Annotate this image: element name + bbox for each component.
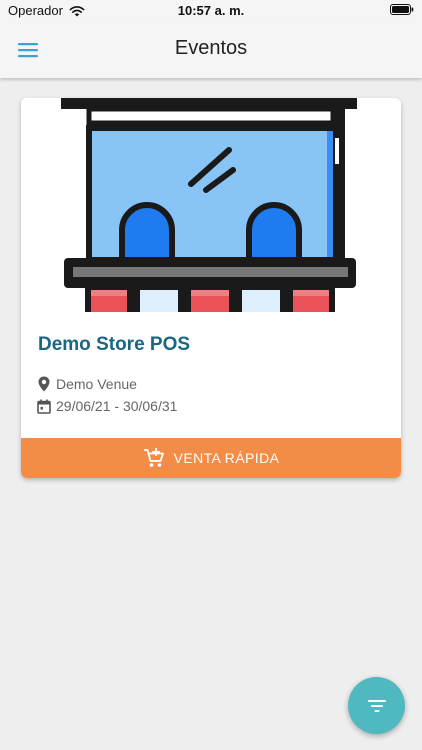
status-time: 10:57 a. m.: [177, 3, 245, 18]
calendar-icon: [37, 399, 51, 414]
store-illustration: [61, 98, 357, 312]
location-pin-icon: [38, 376, 50, 392]
battery-icon: [390, 4, 414, 15]
date-range-label: 29/06/21 - 30/06/31: [56, 398, 178, 414]
quick-sale-label: VENTA RÁPIDA: [173, 450, 280, 466]
event-title[interactable]: Demo Store POS: [38, 334, 190, 356]
quick-sale-button[interactable]: VENTA RÁPIDA: [21, 438, 401, 478]
filter-icon: [367, 699, 386, 712]
venue-row: Demo Venue: [37, 376, 137, 392]
date-row: 29/06/21 - 30/06/31: [37, 398, 177, 414]
event-image: [21, 98, 401, 312]
status-bar: Operador 10:57 a. m.: [0, 0, 422, 22]
page-title: Eventos: [174, 37, 248, 59]
venue-label: Demo Venue: [56, 376, 137, 392]
filter-button[interactable]: [348, 677, 405, 734]
event-card[interactable]: Demo Store POS Demo Venue 29/06/21 - 30/…: [21, 98, 401, 478]
cart-plus-icon: [143, 448, 164, 467]
app-bar: Eventos: [0, 22, 422, 78]
